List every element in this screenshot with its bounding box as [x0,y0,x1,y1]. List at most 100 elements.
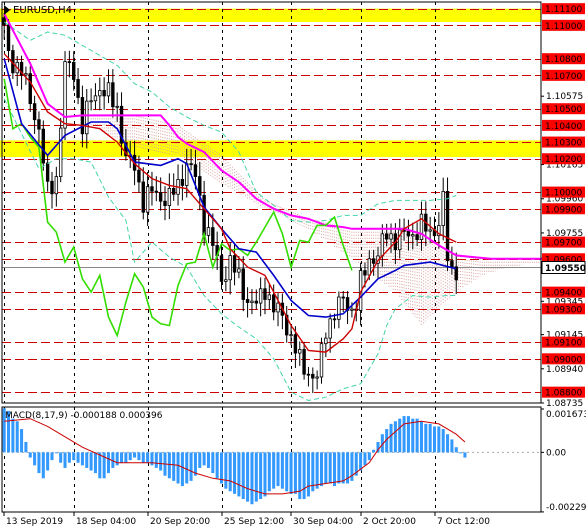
level-price-tag-text: 1.09100 [545,339,582,349]
level-price-tag-text: 1.10200 [545,155,582,165]
level-price-tag-text: 1.09400 [545,289,582,299]
candle-body [276,302,280,313]
candle-body [237,268,241,273]
macd-histogram-bar [306,452,310,497]
time-axis-label: 30 Sep 04:00 [293,517,353,527]
macd-histogram-bar [432,426,437,453]
candle-body [371,258,376,264]
macd-histogram-bar [33,452,37,466]
candle-body [111,82,115,108]
macd-histogram-bar [141,452,145,463]
macd-histogram-bar [241,452,245,500]
macd-histogram-bar [63,452,67,468]
macd-histogram-bar [276,452,280,487]
candle-body [93,95,98,102]
macd-label: MACD(8,17,9) -0.000188 0.000396 [5,411,163,421]
candle-body [319,343,324,378]
candle-body [250,300,254,303]
macd-histogram-bar [124,452,128,463]
candle-body [76,79,80,98]
macd-histogram-bar [459,452,463,454]
candle-body [315,376,319,379]
candle-body [206,227,211,236]
candle-body [58,127,63,178]
level-price-tag-text: 1.10400 [545,122,582,132]
level-price-tag-text: 1.10000 [545,189,582,199]
candle-body [145,186,150,213]
candle-body [106,82,111,97]
macd-histogram-bar [333,452,337,487]
macd-histogram-bar [424,423,428,453]
level-price-tag-text: 1.10500 [545,105,582,115]
candle-body [293,334,298,354]
candle-body [258,288,263,304]
macd-histogram-bar [267,452,271,492]
macd-histogram-bar [89,452,93,471]
candle-body [263,288,267,300]
candle-body [202,194,206,236]
level-price-tag-text: 1.09300 [545,305,582,315]
candle-body [411,234,415,237]
level-price-tag-text: 1.10700 [545,72,582,82]
candle-body [211,227,215,246]
macd-histogram-bar [402,416,406,453]
candle-body [363,270,367,276]
macd-histogram-bar [85,452,89,468]
macd-histogram-bar [215,452,219,479]
macd-histogram-bar [454,447,458,453]
level-price-tag-text: 1.10800 [545,55,582,65]
macd-histogram-bar [237,452,241,497]
senkou-span-b-line [3,13,544,260]
candle-body [245,299,250,303]
macd-histogram-bar [176,452,180,484]
macd-histogram-bar [20,429,24,453]
macd-histogram-bar [72,452,76,461]
macd-histogram-bar [185,452,189,484]
chart-root: 1.10575 1.10165 1.09755 1.09345 1.09145 1.089… [0,0,586,532]
candle-body [328,318,332,339]
level-price-tag-text: 1.09000 [545,355,582,365]
candle-body [419,213,424,240]
macd-histogram-bar [219,452,224,484]
macd-histogram-bar [246,452,250,502]
macd-histogram-bar [437,426,441,453]
candle-body [150,186,154,192]
macd-histogram-bar [328,452,332,484]
macd-histogram-bar [211,452,215,474]
candle-body [167,187,172,207]
macd-histogram-bar [54,452,58,454]
candle-body [98,90,102,97]
macd-histogram-bar [337,452,341,484]
level-price-tag-text: 1.08800 [545,389,582,399]
macd-histogram-bar [411,418,415,453]
macd-histogram-bar [341,452,345,484]
candle-body [24,73,28,76]
macd-histogram-bar [302,452,306,500]
macd-histogram-bar [106,452,111,474]
macd-histogram-bar [120,452,124,463]
macd-histogram-bar [363,452,367,466]
candle-body [54,176,59,195]
macd-histogram-bar [367,452,371,461]
candle-body [163,200,167,207]
macd-histogram-bar [80,452,84,466]
macd-axis-label: 0.001673 [546,410,586,420]
candle-body [50,180,54,195]
macd-histogram-bar [298,452,302,500]
candle-body [254,300,258,304]
candle-body [298,349,302,354]
candle-body [350,308,354,311]
macd-histogram-bar [15,421,19,453]
price-chart: 1.105751.101651.097551.093451.091451.089… [0,0,586,532]
candle-body [2,17,6,25]
candle-body [137,169,141,183]
macd-histogram-bar [67,452,71,463]
candle-body [306,373,311,376]
candle-body [228,255,232,281]
candle-body [380,233,385,257]
candle-body [337,296,341,320]
candle-body [85,100,89,135]
candle-body [289,334,293,337]
macd-axis-label: 0.00 [546,448,566,458]
macd-histogram-bar [254,452,258,502]
